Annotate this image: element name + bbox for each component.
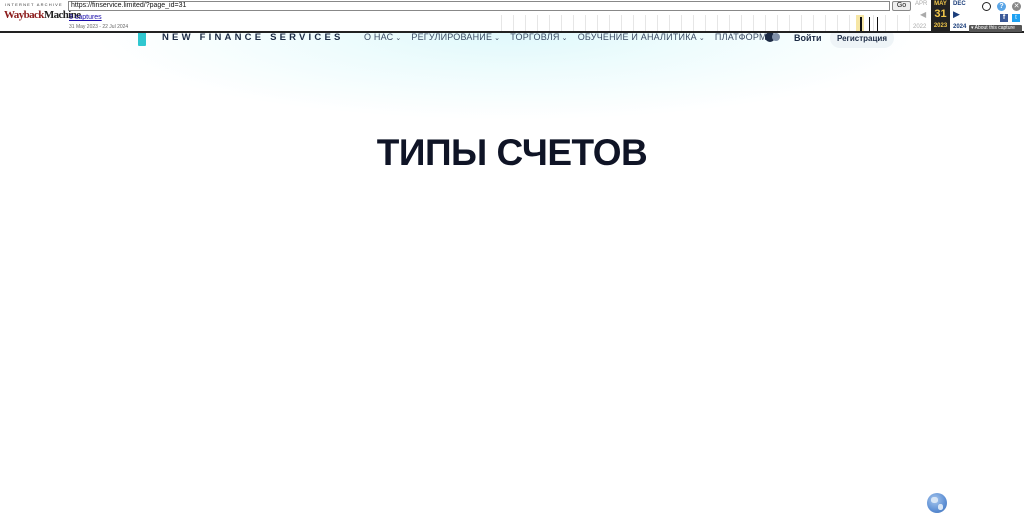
login-link[interactable]: Войти (794, 33, 821, 43)
user-icon[interactable] (982, 2, 991, 11)
prev-year-label: 2022 (913, 24, 927, 30)
next-capture-arrow-icon[interactable]: ▶ (953, 9, 960, 20)
timeline-capture-mark[interactable] (877, 17, 878, 31)
current-day: 31 (934, 8, 947, 20)
wayback-logo[interactable]: INTERNET ARCHIVE WaybackMachine (4, 2, 81, 30)
twitter-icon[interactable]: t (1012, 14, 1020, 22)
url-input[interactable]: https://finservice.limited/?page_id=31 (68, 1, 890, 11)
help-icon[interactable]: ? (997, 2, 1006, 11)
captures-link[interactable]: 3 captures (69, 14, 102, 21)
go-button[interactable]: Go (892, 1, 911, 11)
brand-name[interactable]: NEW FINANCE SERVICES (162, 32, 344, 43)
chevron-down-icon: ⌄ (494, 35, 501, 42)
nav-item-trading[interactable]: ТОРГОВЛЯ ⌄ (510, 32, 567, 42)
prev-month-label: APR (915, 1, 928, 7)
main-nav: О НАС ⌄ РЕГУЛИРОВАНИЕ ⌄ ТОРГОВЛЯ ⌄ ОБУЧЕНИЕ… (364, 32, 773, 42)
close-icon[interactable]: ✕ (1012, 2, 1021, 11)
current-month: MAY (934, 1, 947, 7)
nav-item-regulation[interactable]: РЕГУЛИРОВАНИЕ ⌄ (411, 32, 500, 42)
next-month-label[interactable]: DEC (953, 1, 966, 7)
wayback-logo-word: Wayback (4, 9, 44, 21)
theme-toggle-icon[interactable] (765, 32, 783, 42)
current-year: 2023 (933, 23, 948, 29)
facebook-icon[interactable]: f (1000, 14, 1008, 22)
current-capture-date: MAY 31 2023 (931, 0, 950, 31)
brand-logo-icon[interactable] (138, 32, 146, 46)
next-year-label[interactable]: 2024 (953, 24, 966, 30)
globe-icon[interactable] (927, 493, 947, 513)
capture-date-range: 31 May 2023 - 22 Jul 2024 (69, 24, 129, 30)
capture-timeline[interactable] (490, 15, 910, 31)
page-title: ТИПЫ СЧЕТОВ (376, 132, 648, 173)
wayback-toolbar: INTERNET ARCHIVE WaybackMachine https://… (0, 0, 1024, 33)
prev-capture-arrow-icon[interactable]: ◀ (920, 10, 926, 19)
nav-item-education[interactable]: ОБУЧЕНИЕ И АНАЛИТИКА ⌄ (578, 32, 705, 42)
timeline-capture-mark[interactable] (860, 17, 862, 31)
chevron-down-icon: ⌄ (698, 35, 705, 42)
chevron-down-icon: ⌄ (561, 35, 568, 42)
chevron-down-icon: ⌄ (395, 35, 402, 42)
about-capture-button[interactable]: ▾ About this capture (969, 25, 1022, 32)
nav-item-about[interactable]: О НАС ⌄ (364, 32, 401, 42)
timeline-capture-mark[interactable] (869, 17, 870, 31)
